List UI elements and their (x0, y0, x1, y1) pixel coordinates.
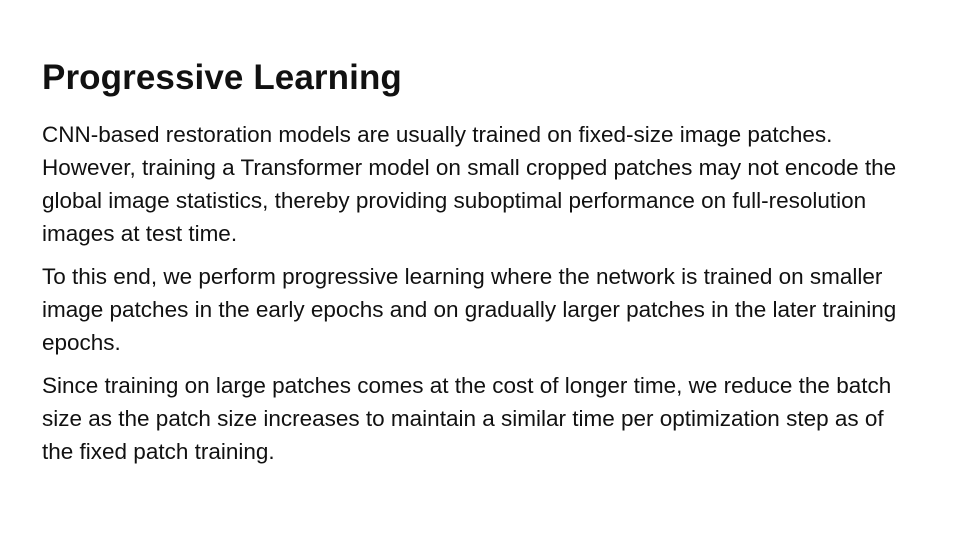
paragraph-2: To this end, we perform progressive lear… (42, 264, 897, 355)
slide-title: Progressive Learning (42, 58, 402, 97)
slide: Progressive Learning CNN-based restorati… (0, 0, 960, 540)
paragraph-3: Since training on large patches comes at… (42, 373, 892, 464)
paragraph-1: CNN-based restoration models are usually… (42, 122, 897, 246)
